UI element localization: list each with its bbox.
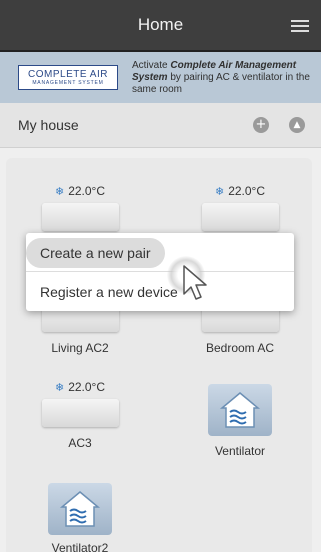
context-menu: Create a new pair Register a new device (26, 233, 294, 311)
logo-main-text: COMPLETE AIR (28, 69, 108, 80)
snowflake-icon: ❄ (54, 381, 65, 394)
device-name: Bedroom AC (205, 341, 275, 355)
complete-air-logo: COMPLETE AIR MANAGEMENT SYSTEM (18, 65, 118, 90)
snowflake-icon: ❄ (54, 185, 65, 198)
register-device-option[interactable]: Register a new device (26, 272, 294, 311)
house-fan-icon (219, 392, 261, 428)
add-icon[interactable]: + (253, 117, 269, 133)
app-header: Home (0, 0, 321, 52)
register-device-label: Register a new device (40, 283, 178, 300)
device-ventilator[interactable]: Ventilator (180, 384, 300, 458)
device-bedroom-ac[interactable]: ❄ 22.0°C (180, 183, 300, 231)
hamburger-menu-icon[interactable] (291, 20, 309, 34)
house-fan-icon (59, 491, 101, 527)
device-name: AC3 (68, 436, 92, 450)
device-name: Ventilator2 (51, 541, 109, 552)
banner-text: Activate Complete Air Management System … (132, 60, 312, 96)
logo-sub-text: MANAGEMENT SYSTEM (32, 80, 104, 86)
temperature-value: 22.0°C (68, 380, 106, 394)
ac-unit-icon (201, 203, 279, 231)
create-pair-option[interactable]: Create a new pair (26, 233, 294, 272)
page-title: Home (137, 15, 184, 34)
banner-text-prefix: Activate (132, 59, 171, 71)
device-name: Living AC2 (51, 341, 109, 355)
device-ac3[interactable]: ❄ 22.0°C AC3 (20, 379, 140, 450)
device-name: Ventilator (214, 444, 266, 458)
pointer-cursor-icon (183, 265, 207, 300)
ventilator-icon (48, 483, 112, 535)
temperature-value: 22.0°C (228, 184, 266, 198)
temperature-value: 22.0°C (68, 184, 106, 198)
snowflake-icon: ❄ (214, 185, 225, 198)
ventilator-icon (208, 384, 272, 436)
house-bar: My house + ▲ (0, 103, 321, 148)
device-living-ac2[interactable]: ❄ 22.0°C (20, 183, 140, 231)
temperature-label: ❄ 22.0°C (20, 183, 140, 199)
create-pair-label: Create a new pair (26, 238, 165, 268)
promo-banner[interactable]: COMPLETE AIR MANAGEMENT SYSTEM Activate … (0, 52, 321, 103)
ac-unit-icon (41, 203, 119, 231)
device-ventilator2[interactable]: Ventilator2 (20, 483, 140, 552)
temperature-label: ❄ 22.0°C (180, 183, 300, 199)
collapse-icon[interactable]: ▲ (289, 117, 305, 133)
ac-unit-icon (41, 399, 119, 427)
temperature-label: ❄ 22.0°C (20, 379, 140, 395)
house-name: My house (18, 117, 79, 133)
